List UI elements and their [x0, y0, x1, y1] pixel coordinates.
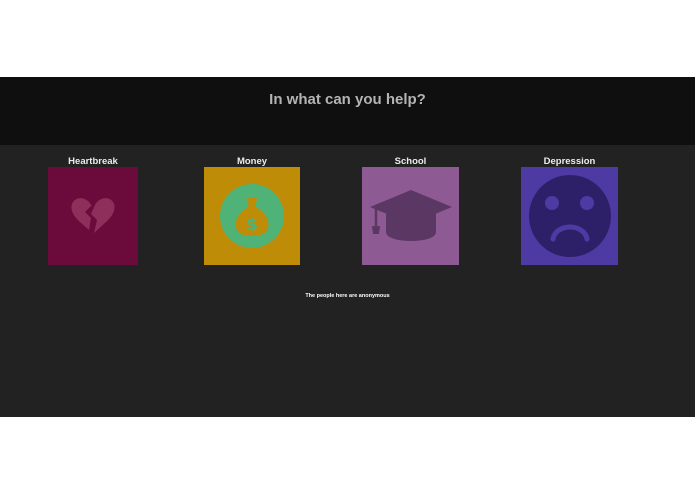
money-bag-icon: $	[220, 184, 284, 248]
category-tile-money[interactable]: $	[204, 167, 300, 265]
category-tile-depression[interactable]	[521, 167, 618, 265]
category-label-depression: Depression	[543, 156, 596, 167]
header-bar: In what can you help?	[0, 77, 695, 145]
category-label-money: Money	[236, 156, 268, 167]
svg-text:$: $	[246, 215, 258, 235]
category-tile-heartbreak[interactable]	[48, 167, 138, 265]
page-title: In what can you help?	[269, 91, 426, 108]
graduation-cap-icon	[369, 190, 452, 241]
category-tile-school[interactable]	[362, 167, 459, 265]
main-content: Heartbreak Money $ School Depression The…	[0, 145, 695, 417]
broken-heart-icon	[71, 198, 115, 233]
anonymity-note: The people here are anonymous	[305, 293, 390, 299]
category-label-heartbreak: Heartbreak	[68, 156, 118, 167]
category-label-school: School	[394, 156, 427, 167]
sad-face-icon	[528, 175, 611, 257]
